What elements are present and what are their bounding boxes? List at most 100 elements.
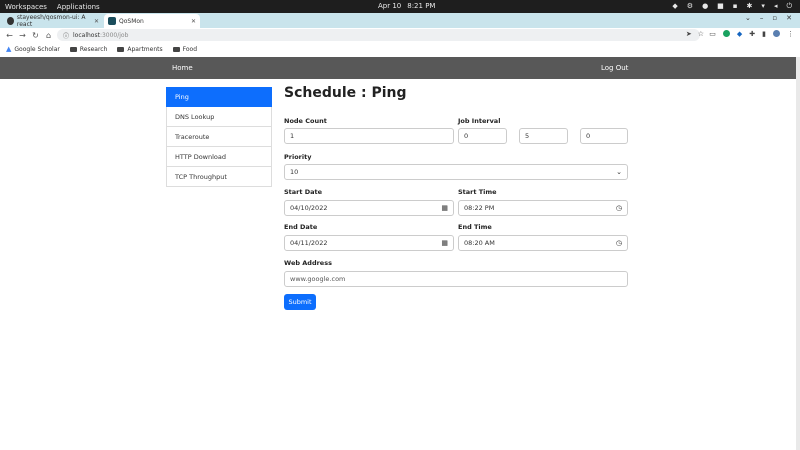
tab-github[interactable]: stayeesh/qosmon-ui: A react ✕ [3,14,103,28]
address-bar[interactable]: ⓘ localhost:3000/job [57,29,700,41]
extension-doc-icon[interactable]: ▭ [709,30,716,38]
web-address-placeholder: www.google.com [290,275,346,283]
job-type-sidebar: Ping DNS Lookup Traceroute HTTP Download… [166,87,272,187]
job-interval-seconds-input[interactable]: 0 [580,128,628,144]
bookmark-label: Google Scholar [14,45,60,53]
info-icon[interactable]: ⓘ [63,31,69,40]
app-navbar: Home Log Out [0,57,796,79]
sidebar-item-tcp-throughput[interactable]: TCP Throughput [166,167,272,187]
profile-avatar[interactable] [773,30,780,37]
close-icon[interactable]: ✕ [191,18,196,25]
scholar-icon: ▲ [6,45,12,53]
window-controls: ⌄ – ▫ ✕ [745,14,792,22]
qosmon-favicon-icon [108,17,116,25]
github-icon [7,17,14,25]
sidebar-item-traceroute[interactable]: Traceroute [166,127,272,147]
applications-menu[interactable]: Applications [57,3,100,11]
folder-icon [69,46,77,52]
reading-list-icon[interactable]: ▮ [762,30,766,38]
tray-bluetooth-icon[interactable]: ✱ [747,2,753,11]
forward-icon[interactable]: → [17,31,28,40]
end-date-input[interactable]: 04/11/2022 ▦ [284,235,454,251]
browser-toolbar: ← → ↻ ⌂ ⓘ localhost:3000/job ➤ ☆ ▭ ◆ ✚ ▮… [0,28,800,43]
tray-status-icon[interactable]: ■ [717,2,724,11]
start-date-value: 04/10/2022 [290,204,328,212]
wifi-icon[interactable]: ▾ [761,2,765,11]
extension-green-icon[interactable] [722,30,730,37]
clock-time: 8:21 PM [407,2,436,10]
close-window-icon[interactable]: ✕ [786,14,792,22]
bookmarks-bar: ▲ Google Scholar Research Apartments Foo… [0,43,800,55]
workspaces-menu[interactable]: Workspaces [5,3,47,11]
end-date-label: End Date [284,223,318,231]
calendar-icon[interactable]: ▦ [441,204,448,212]
extension-blue-icon[interactable]: ◆ [737,30,742,38]
page-scrollbar[interactable] [796,57,800,450]
tab-qosmon-label: QoSMon [119,17,144,25]
start-time-value: 08:22 PM [464,204,495,212]
end-time-label: End Time [458,223,492,231]
clock-icon[interactable]: ◷ [616,239,622,247]
priority-select[interactable]: 10 ⌄ [284,164,628,180]
end-time-value: 08:20 AM [464,239,495,247]
page: Home Log Out Ping DNS Lookup Traceroute … [0,57,800,450]
bookmark-google-scholar[interactable]: ▲ Google Scholar [6,45,60,53]
close-icon[interactable]: ✕ [94,18,99,25]
job-interval-seconds-value: 0 [586,132,591,140]
power-icon[interactable]: ⏻ [786,2,792,11]
tray-gear-icon[interactable]: ⚙ [687,2,693,11]
extension-puzzle-icon[interactable]: ✚ [749,30,755,38]
start-time-input[interactable]: 08:22 PM ◷ [458,200,628,216]
clock-date: Apr 10 [378,2,402,10]
job-interval-minutes-input[interactable]: 5 [519,128,568,144]
minimize-icon[interactable]: – [760,14,764,22]
priority-label: Priority [284,153,312,161]
bookmark-food[interactable]: Food [172,45,198,53]
menu-icon[interactable]: ⋮ [787,30,794,38]
bookmark-research[interactable]: Research [69,46,107,53]
start-date-label: Start Date [284,188,323,196]
bookmark-apartments[interactable]: Apartments [117,45,163,53]
reload-icon[interactable]: ↻ [30,31,41,40]
folder-icon [172,46,180,52]
maximize-icon[interactable]: ▫ [772,14,777,22]
end-time-input[interactable]: 08:20 AM ◷ [458,235,628,251]
job-interval-label: Job Interval [458,117,501,125]
nav-logout-link[interactable]: Log Out [601,64,628,72]
job-interval-hours-value: 0 [464,132,469,140]
chevron-down-icon: ⌄ [616,168,622,176]
calendar-icon[interactable]: ▦ [441,239,448,247]
job-interval-hours-input[interactable]: 0 [458,128,507,144]
priority-value: 10 [290,168,299,176]
nav-home-link[interactable]: Home [172,64,193,72]
os-top-bar: Workspaces Applications Apr 10 8:21 PM ◆… [0,0,800,13]
web-address-label: Web Address [284,259,332,267]
home-icon[interactable]: ⌂ [43,31,54,40]
node-count-input[interactable]: 1 [284,128,454,144]
job-interval-minutes-value: 5 [525,132,530,140]
tray-app-icon[interactable]: ◆ [672,2,677,11]
start-time-label: Start Time [458,188,497,196]
back-icon[interactable]: ← [4,31,15,40]
sidebar-item-dns-lookup[interactable]: DNS Lookup [166,107,272,127]
submit-button[interactable]: Submit [284,294,316,310]
node-count-label: Node Count [284,117,327,125]
sidebar-item-http-download[interactable]: HTTP Download [166,147,272,167]
send-icon[interactable]: ➤ [686,30,692,38]
start-date-input[interactable]: 04/10/2022 ▦ [284,200,454,216]
page-title: Schedule : Ping [284,85,407,101]
clock[interactable]: Apr 10 8:21 PM [378,2,435,10]
bookmark-label: Apartments [127,45,163,53]
volume-icon[interactable]: ◂ [774,2,778,11]
bookmark-star-icon[interactable]: ☆ [698,30,704,38]
sidebar-item-ping[interactable]: Ping [166,87,272,107]
tab-search-icon[interactable]: ⌄ [745,14,751,22]
tab-qosmon[interactable]: QoSMon ✕ [104,14,200,28]
tray-shield-icon[interactable]: ● [702,2,708,11]
bookmark-label: Food [182,45,198,53]
clock-icon[interactable]: ◷ [616,204,622,212]
browser-tab-strip: stayeesh/qosmon-ui: A react ✕ QoSMon ✕ + [0,13,800,37]
tray-chat-icon[interactable]: ▪ [733,2,738,11]
web-address-input[interactable]: www.google.com [284,271,628,287]
end-date-value: 04/11/2022 [290,239,328,247]
